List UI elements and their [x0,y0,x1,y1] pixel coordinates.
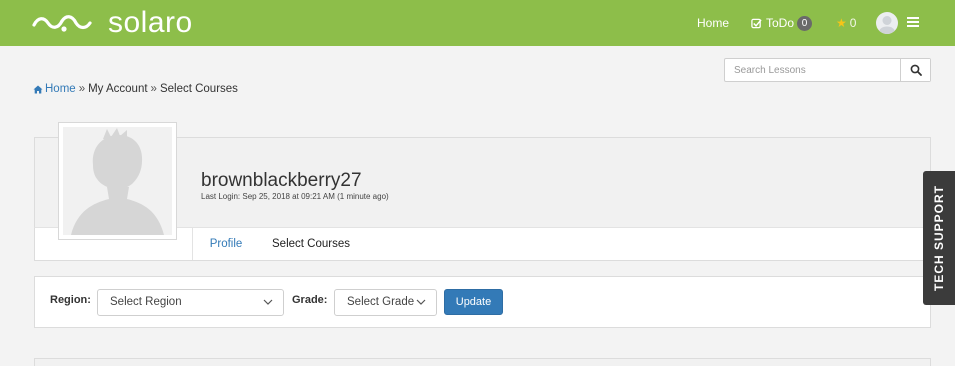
nav-home-link[interactable]: Home [697,0,729,46]
profile-photo [58,122,177,240]
update-button[interactable]: Update [444,289,503,315]
tab-select-courses[interactable]: Select Courses [259,228,363,260]
default-avatar-icon [71,128,164,235]
chevron-down-icon [263,299,273,305]
solaro-logo[interactable]: solaro [30,6,193,40]
user-silhouette-icon [879,16,895,34]
breadcrumb-separator: » [150,83,157,95]
breadcrumb: Home » My Account » Select Courses [33,83,238,95]
top-navbar: solaro Home ToDo 0 ★ 0 [0,0,955,46]
stars-count: 0 [849,16,857,30]
search-input[interactable] [725,59,901,81]
star-icon: ★ [836,16,847,30]
region-label: Region: [50,294,91,306]
courses-list-card [34,358,931,366]
todo-count-badge: 0 [797,15,813,31]
breadcrumb-my-account[interactable]: My Account [88,83,147,95]
chevron-down-icon [416,299,426,305]
grade-label: Grade: [292,294,328,306]
region-select[interactable]: Select Region [97,289,284,316]
nav-todo-link[interactable]: ToDo 0 [751,0,813,46]
tech-support-tab[interactable]: TECH SUPPORT [923,171,955,305]
breadcrumb-home-link[interactable]: Home [33,83,76,95]
logo-wave-icon [32,15,92,32]
profile-last-login: Last Login: Sep 25, 2018 at 09:21 AM (1 … [201,192,389,201]
grade-select-value: Select Grade [347,296,415,308]
grade-select[interactable]: Select Grade [334,289,437,316]
breadcrumb-separator: » [78,83,86,95]
breadcrumb-home-label: Home [45,83,76,95]
search-lessons-box [724,58,931,82]
home-icon [33,85,43,93]
todo-label: ToDo [766,16,795,30]
nav-stars-link[interactable]: ★ 0 [836,0,856,46]
region-select-value: Select Region [110,296,182,308]
search-icon [910,64,922,76]
breadcrumb-current: Select Courses [159,83,238,95]
hamburger-icon[interactable] [907,17,919,28]
brand-name: solaro [108,6,193,39]
user-avatar[interactable] [876,12,898,34]
check-square-icon [751,18,762,28]
profile-username: brownblackberry27 [201,170,362,191]
tech-support-label: TECH SUPPORT [932,184,946,292]
search-button[interactable] [900,59,930,81]
tab-profile[interactable]: Profile [192,228,259,260]
